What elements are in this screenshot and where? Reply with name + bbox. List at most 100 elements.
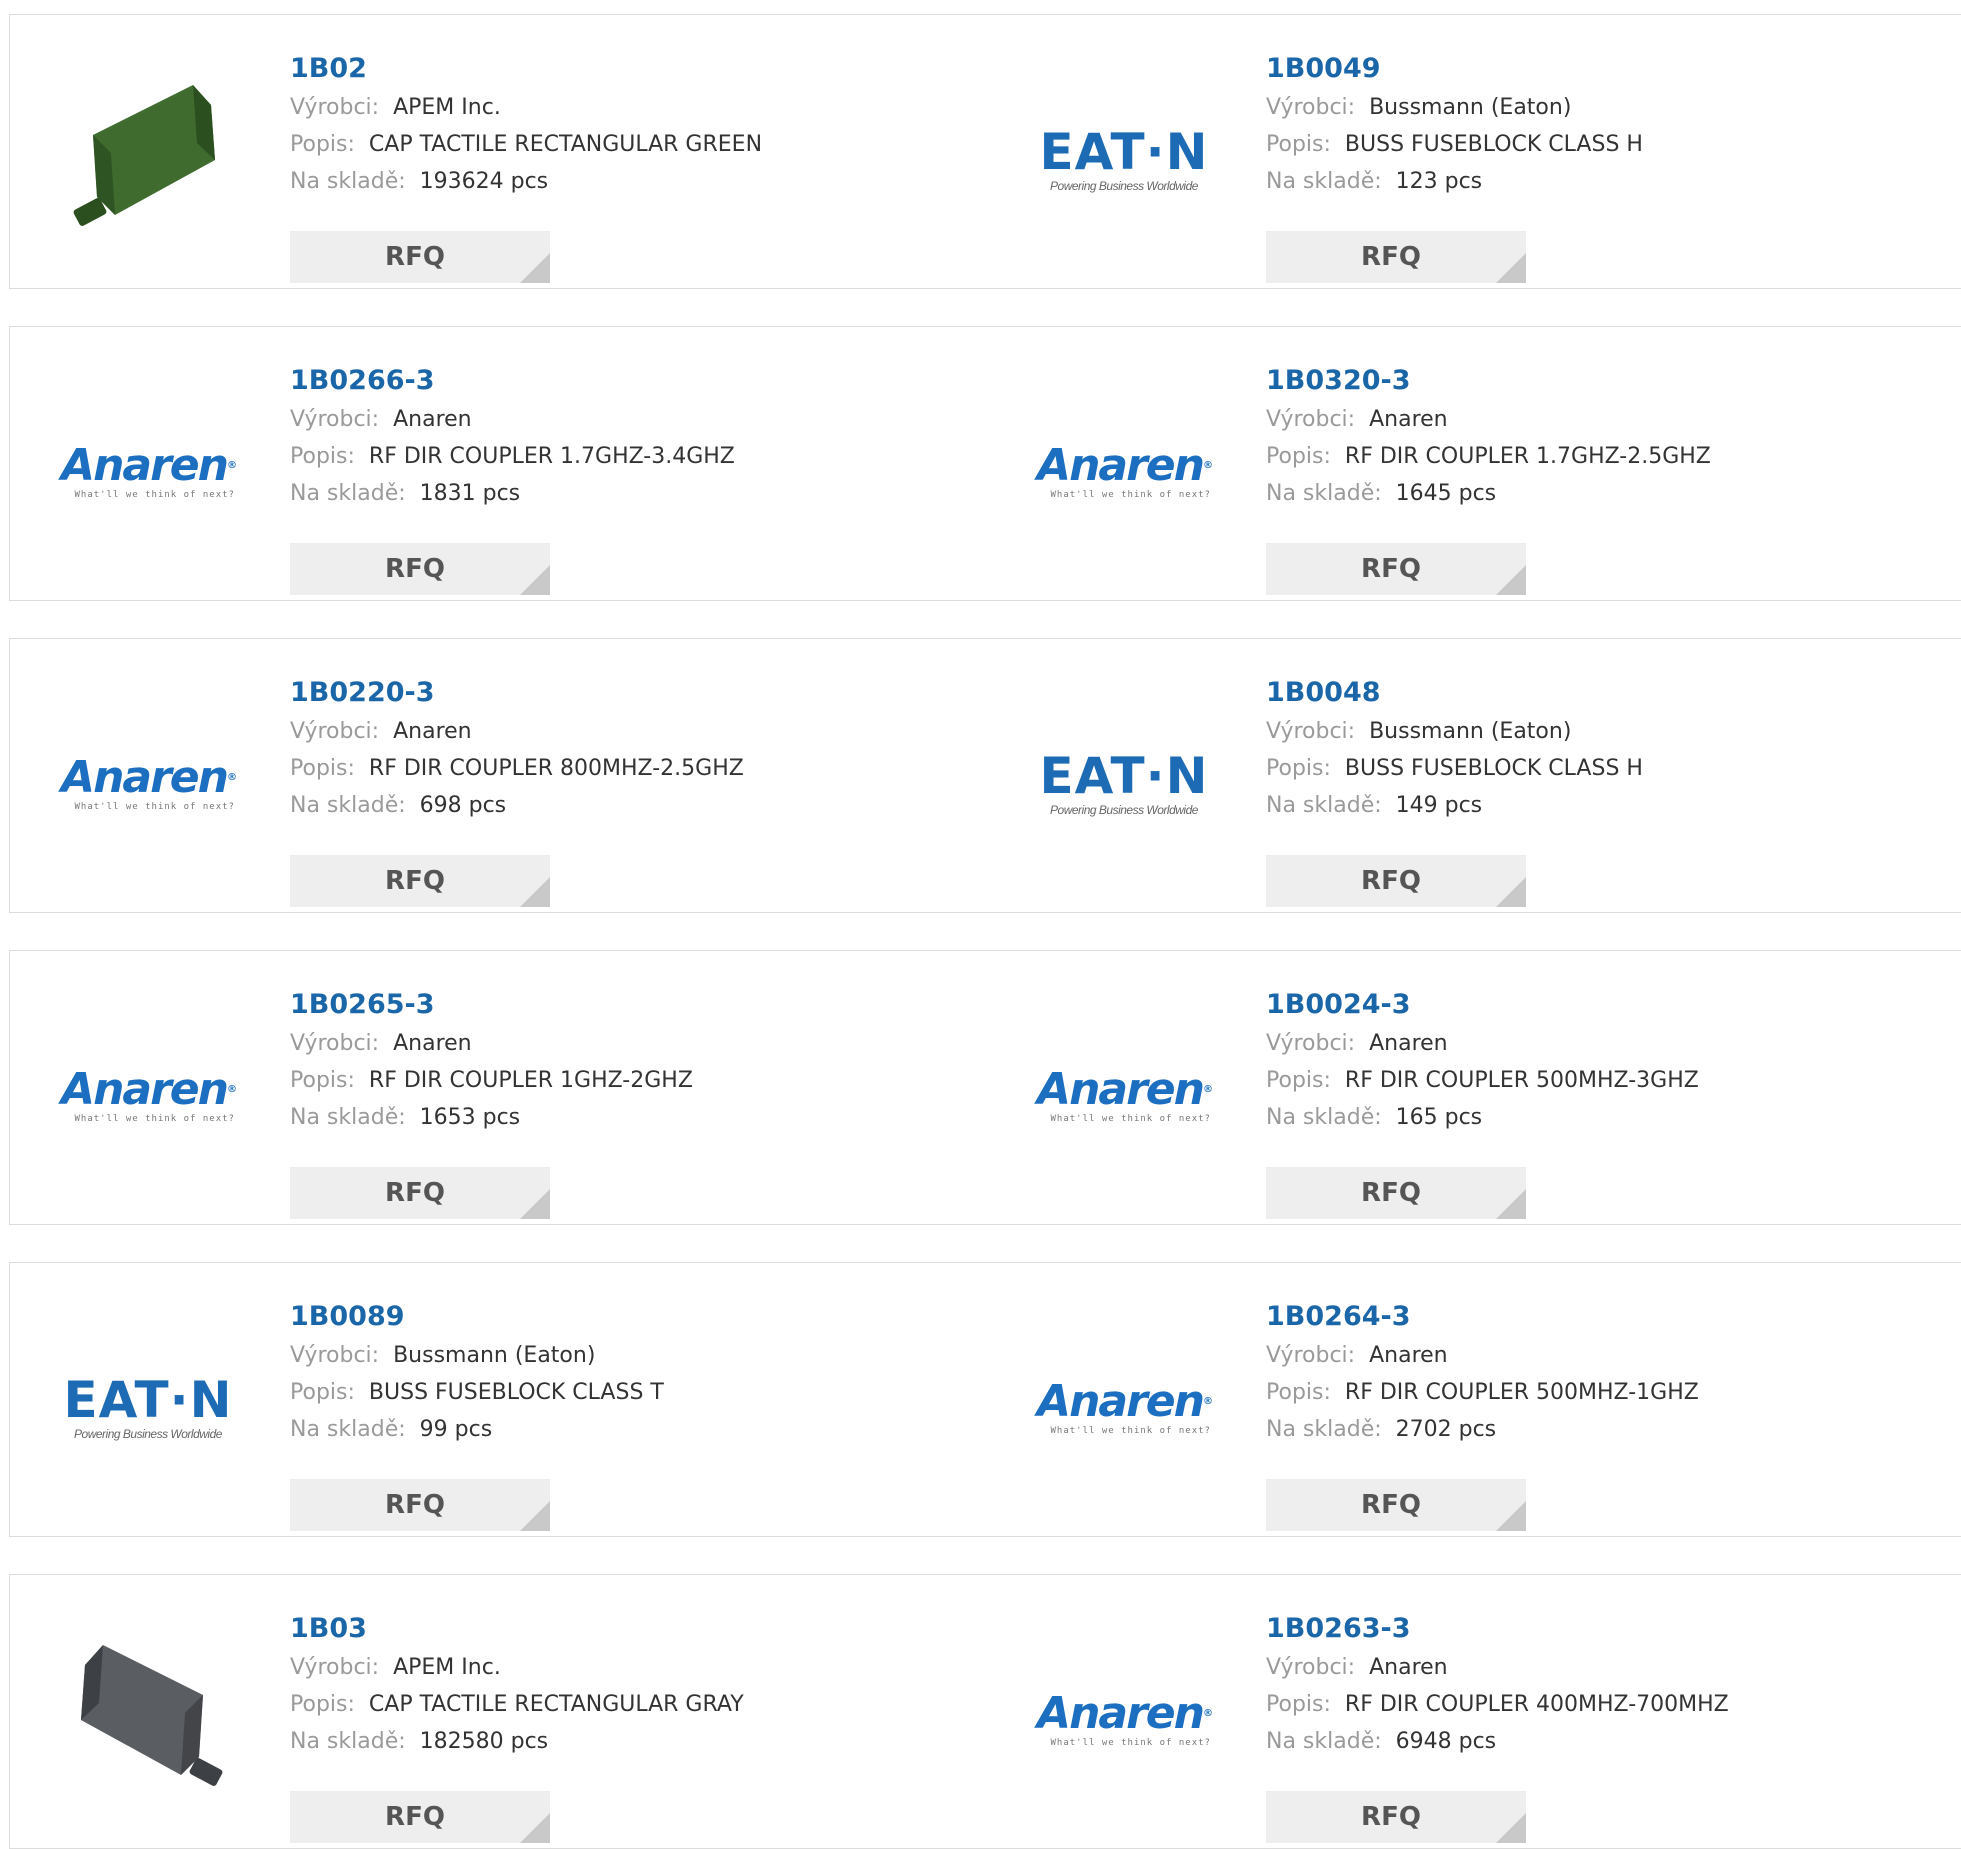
rfq-label: RFQ [385, 1802, 445, 1832]
manufacturer-label: Výrobci: [1266, 1655, 1356, 1680]
stock-value: 1653 pcs [419, 1105, 521, 1130]
rfq-corner-decoration [520, 877, 550, 907]
rfq-button[interactable]: RFQ [290, 543, 550, 595]
stock-value: 1645 pcs [1395, 481, 1497, 506]
rfq-label: RFQ [1361, 1178, 1421, 1208]
description-line: Popis: RF DIR COUPLER 800MHZ-2.5GHZ [290, 750, 744, 787]
anaren-logo-icon: Anaren® What'll we think of next? [1037, 1688, 1213, 1749]
part-number-link[interactable]: 1B0089 [290, 1297, 664, 1337]
stock-line: Na skladě: 99 pcs [290, 1411, 664, 1448]
manufacturer-value: Anaren [1369, 1343, 1448, 1368]
manufacturer-value: Bussmann (Eaton) [1369, 95, 1572, 120]
part-number-link[interactable]: 1B0048 [1266, 673, 1643, 713]
product-image[interactable]: Anaren® What'll we think of next? [1024, 372, 1224, 572]
manufacturer-label: Výrobci: [290, 1655, 380, 1680]
cap-illustration-icon [73, 85, 215, 226]
product-image[interactable]: Anaren® What'll we think of next? [48, 684, 248, 884]
manufacturer-value: Anaren [393, 407, 472, 432]
stock-value: 2702 pcs [1395, 1417, 1497, 1442]
manufacturer-value: Bussmann (Eaton) [393, 1343, 596, 1368]
product-card: 1B02 Výrobci: APEM Inc. Popis: CAP TACTILE… [9, 14, 987, 289]
rfq-button[interactable]: RFQ [1266, 231, 1526, 283]
product-image[interactable]: Anaren® What'll we think of next? [1024, 996, 1224, 1196]
stock-value: 149 pcs [1395, 793, 1483, 818]
rfq-corner-decoration [1496, 1189, 1526, 1219]
rfq-button[interactable]: RFQ [1266, 1479, 1526, 1531]
description-value: RF DIR COUPLER 500MHZ-1GHZ [1344, 1380, 1699, 1405]
rfq-corner-decoration [1496, 565, 1526, 595]
manufacturer-label: Výrobci: [1266, 407, 1356, 432]
rfq-button[interactable]: RFQ [290, 1479, 550, 1531]
manufacturer-line: Výrobci: Anaren [1266, 1337, 1699, 1374]
manufacturer-line: Výrobci: Anaren [290, 1025, 693, 1062]
rfq-label: RFQ [385, 1490, 445, 1520]
description-line: Popis: CAP TACTILE RECTANGULAR GRAY [290, 1686, 744, 1723]
product-image[interactable]: Anaren® What'll we think of next? [48, 996, 248, 1196]
manufacturer-value: Anaren [393, 1031, 472, 1056]
rfq-button[interactable]: RFQ [1266, 1167, 1526, 1219]
stock-label: Na skladě: [1266, 793, 1382, 818]
description-line: Popis: RF DIR COUPLER 1.7GHZ-3.4GHZ [290, 438, 735, 475]
stock-value: 123 pcs [1395, 169, 1483, 194]
eaton-logo-icon: EAT·N Powering Business Worldwide [63, 1371, 233, 1441]
stock-value: 6948 pcs [1395, 1729, 1497, 1754]
manufacturer-value: Anaren [1369, 1031, 1448, 1056]
product-info: 1B03 Výrobci: APEM Inc. Popis: CAP TACTILE… [290, 1609, 744, 1843]
description-value: CAP TACTILE RECTANGULAR GREEN [368, 132, 763, 157]
description-line: Popis: BUSS FUSEBLOCK CLASS T [290, 1374, 664, 1411]
manufacturer-label: Výrobci: [290, 1343, 380, 1368]
rfq-label: RFQ [1361, 866, 1421, 896]
rfq-label: RFQ [1361, 1802, 1421, 1832]
product-image[interactable]: EAT·N Powering Business Worldwide [1024, 684, 1224, 884]
rfq-button[interactable]: RFQ [1266, 855, 1526, 907]
description-value: RF DIR COUPLER 400MHZ-700MHZ [1344, 1692, 1729, 1717]
manufacturer-value: Anaren [1369, 1655, 1448, 1680]
product-card: Anaren® What'll we think of next? 1B0265-… [9, 950, 987, 1225]
product-card: Anaren® What'll we think of next? 1B0320-… [986, 326, 1961, 601]
product-image[interactable]: Anaren® What'll we think of next? [48, 372, 248, 572]
description-label: Popis: [1266, 756, 1331, 781]
part-number-link[interactable]: 1B0263-3 [1266, 1609, 1729, 1649]
product-image[interactable]: Anaren® What'll we think of next? [1024, 1308, 1224, 1508]
rfq-button[interactable]: RFQ [290, 1791, 550, 1843]
part-number-link[interactable]: 1B0266-3 [290, 361, 735, 401]
product-card: Anaren® What'll we think of next? 1B0263-… [986, 1574, 1961, 1849]
rfq-button[interactable]: RFQ [290, 231, 550, 283]
anaren-logo-icon: Anaren® What'll we think of next? [61, 752, 237, 813]
product-image[interactable]: Anaren® What'll we think of next? [1024, 1620, 1224, 1820]
product-image[interactable]: EAT·N Powering Business Worldwide [48, 1308, 248, 1508]
rfq-corner-decoration [520, 1189, 550, 1219]
product-row: EAT·N Powering Business Worldwide 1B0089 … [9, 1262, 1961, 1537]
part-number-link[interactable]: 1B02 [290, 49, 762, 89]
part-number-link[interactable]: 1B0264-3 [1266, 1297, 1699, 1337]
part-number-link[interactable]: 1B0320-3 [1266, 361, 1711, 401]
product-image[interactable] [48, 1620, 248, 1820]
part-number-link[interactable]: 1B0049 [1266, 49, 1643, 89]
product-info: 1B0089 Výrobci: Bussmann (Eaton) Popis: BU… [290, 1297, 664, 1531]
part-number-link[interactable]: 1B0024-3 [1266, 985, 1699, 1025]
rfq-button[interactable]: RFQ [290, 1167, 550, 1219]
manufacturer-line: Výrobci: Anaren [290, 713, 744, 750]
description-line: Popis: RF DIR COUPLER 500MHZ-1GHZ [1266, 1374, 1699, 1411]
part-number-link[interactable]: 1B0220-3 [290, 673, 744, 713]
description-label: Popis: [1266, 1692, 1331, 1717]
product-info: 1B0266-3 Výrobci: Anaren Popis: RF DIR COU… [290, 361, 735, 595]
rfq-button[interactable]: RFQ [290, 855, 550, 907]
description-value: CAP TACTILE RECTANGULAR GRAY [368, 1692, 744, 1717]
manufacturer-value: APEM Inc. [393, 95, 501, 120]
stock-line: Na skladě: 698 pcs [290, 787, 744, 824]
rfq-label: RFQ [1361, 1490, 1421, 1520]
manufacturer-value: APEM Inc. [393, 1655, 501, 1680]
description-value: BUSS FUSEBLOCK CLASS T [368, 1380, 664, 1405]
manufacturer-line: Výrobci: Bussmann (Eaton) [290, 1337, 664, 1374]
rfq-button[interactable]: RFQ [1266, 543, 1526, 595]
stock-line: Na skladě: 193624 pcs [290, 163, 762, 200]
description-label: Popis: [1266, 1068, 1331, 1093]
part-number-link[interactable]: 1B0265-3 [290, 985, 693, 1025]
product-image[interactable]: EAT·N Powering Business Worldwide [1024, 60, 1224, 260]
rfq-button[interactable]: RFQ [1266, 1791, 1526, 1843]
product-info: 1B0264-3 Výrobci: Anaren Popis: RF DIR COU… [1266, 1297, 1699, 1531]
product-image[interactable] [48, 60, 248, 260]
part-number-link[interactable]: 1B03 [290, 1609, 744, 1649]
stock-label: Na skladě: [290, 1417, 406, 1442]
